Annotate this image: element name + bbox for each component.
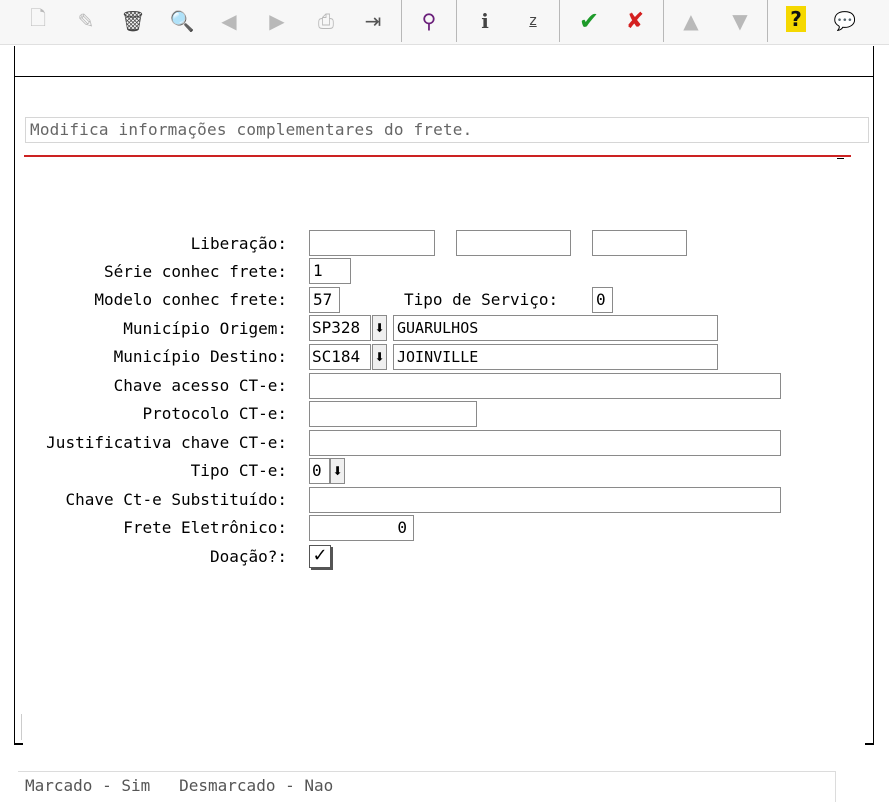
- frete-eletronico-field[interactable]: 0: [309, 515, 414, 541]
- tipo-cte-field[interactable]: 0: [309, 458, 330, 484]
- binoculars-icon[interactable]: ⚲: [413, 4, 445, 38]
- title-divider: [24, 155, 851, 157]
- edit-icon[interactable]: ✎: [70, 4, 102, 38]
- status-bar: Marcado - Sim Desmarcado - Nao: [18, 771, 836, 802]
- chave-acesso-field[interactable]: [309, 373, 781, 399]
- down-icon[interactable]: ▼: [724, 4, 756, 38]
- municipio-origem-label: Município Origem:: [123, 319, 287, 338]
- search-icon[interactable]: 🔍: [166, 4, 198, 38]
- previous-icon[interactable]: ◀: [213, 4, 245, 38]
- tipo-servico-label: Tipo de Serviço:: [404, 290, 559, 309]
- tipo-cte-dropdown-icon[interactable]: ⬇: [330, 458, 345, 484]
- next-icon[interactable]: ▶: [261, 4, 293, 38]
- help-icon[interactable]: ?: [786, 6, 806, 32]
- justificativa-field[interactable]: [309, 430, 781, 456]
- toolbar-separator: [559, 0, 560, 42]
- municipio-origem-code-field[interactable]: SP328: [309, 315, 371, 341]
- comment-icon[interactable]: 💬: [829, 4, 861, 38]
- new-document-icon[interactable]: 🗋: [22, 4, 54, 38]
- toolbar-separator: [401, 0, 402, 42]
- tipo-cte-label: Tipo CT-e:: [190, 461, 287, 480]
- up-icon[interactable]: ▲: [675, 4, 707, 38]
- exit-icon[interactable]: ⇥: [357, 4, 389, 38]
- justificativa-label: Justificativa chave CT-e:: [46, 433, 287, 452]
- frame-top-border: [14, 76, 874, 77]
- municipio-origem-lookup-icon[interactable]: ⬇: [372, 315, 387, 341]
- frame-corner: [14, 743, 23, 745]
- doacao-label: Doação?:: [209, 547, 287, 566]
- liberacao-label: Liberação:: [190, 234, 287, 253]
- toolbar: 🗋 ✎ 🗑 🔍 ◀ ▶ ⎙ ⇥ ⚲ i z ✔ ✘ ▲ ▼ ? 💬: [0, 0, 889, 45]
- frame-marker: [21, 714, 22, 740]
- chave-substituido-field[interactable]: [309, 487, 781, 513]
- municipio-destino-name-field: JOINVILLE: [393, 344, 718, 370]
- serie-field[interactable]: 1: [309, 258, 351, 284]
- liberacao-field-3[interactable]: [592, 230, 687, 256]
- chave-acesso-label: Chave acesso CT-e:: [113, 376, 287, 395]
- frete-eletronico-label: Frete Eletrônico:: [123, 518, 287, 537]
- protocolo-label: Protocolo CT-e:: [142, 404, 288, 423]
- liberacao-field-2[interactable]: [456, 230, 571, 256]
- page-title: Modifica informações complementares do f…: [25, 117, 869, 143]
- modelo-label: Modelo conhec frete:: [94, 290, 287, 309]
- frame-left-border: [14, 46, 15, 744]
- doacao-checkbox[interactable]: ✓: [309, 545, 331, 568]
- municipio-origem-name-field: GUARULHOS: [393, 315, 718, 341]
- protocolo-field[interactable]: [309, 401, 477, 427]
- delete-icon[interactable]: 🗑: [117, 4, 149, 38]
- frame-right-border: [873, 46, 874, 744]
- confirm-icon[interactable]: ✔: [573, 4, 605, 38]
- sort-icon[interactable]: z: [517, 4, 549, 38]
- frame-corner: [865, 743, 874, 745]
- cancel-icon[interactable]: ✘: [619, 4, 651, 38]
- modelo-field[interactable]: 57: [309, 287, 340, 313]
- toolbar-separator: [456, 0, 457, 42]
- tipo-servico-field[interactable]: 0: [592, 287, 613, 313]
- municipio-destino-code-field[interactable]: SC184: [309, 344, 371, 370]
- toolbar-separator: [663, 0, 664, 42]
- frame-tick: [837, 158, 844, 159]
- liberacao-field-1[interactable]: [309, 230, 435, 256]
- municipio-destino-lookup-icon[interactable]: ⬇: [372, 344, 387, 370]
- print-icon[interactable]: ⎙: [310, 4, 342, 38]
- toolbar-separator: [767, 0, 768, 42]
- serie-label: Série conhec frete:: [103, 262, 287, 281]
- municipio-destino-label: Município Destino:: [113, 347, 287, 366]
- info-icon[interactable]: i: [469, 4, 501, 38]
- chave-substituido-label: Chave Ct-e Substituído:: [65, 490, 287, 509]
